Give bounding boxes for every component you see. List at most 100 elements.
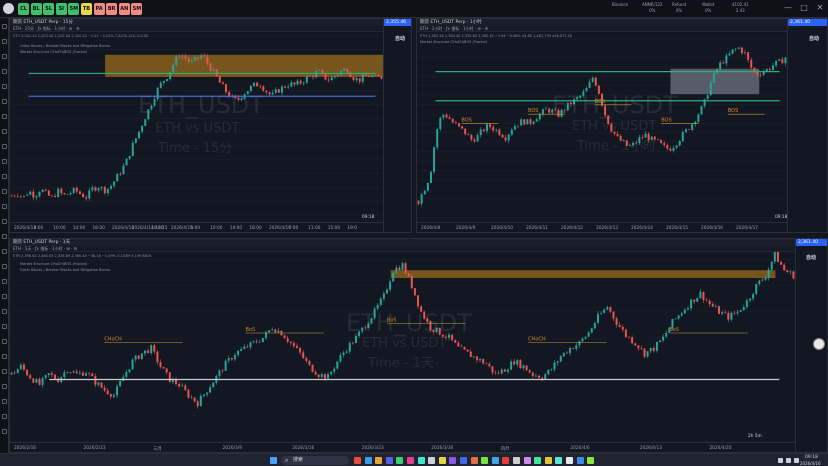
windows-start-icon[interactable] <box>270 457 277 464</box>
drawing-tool-icon[interactable] <box>2 39 7 44</box>
taskbar-app-icon[interactable] <box>523 457 531 464</box>
drawing-tool-icon[interactable] <box>2 69 7 74</box>
autoscale-label[interactable]: 自动 <box>809 35 819 42</box>
avatar[interactable] <box>813 338 825 350</box>
minimize-icon[interactable]: — <box>783 3 793 13</box>
taskbar-app-icon[interactable] <box>513 457 520 464</box>
drawing-tool-icon[interactable] <box>2 129 7 134</box>
taskbar-app-icon[interactable] <box>460 457 467 464</box>
clock-date[interactable]: 2026/4/16 <box>800 461 821 466</box>
drawing-tool-icon[interactable] <box>2 84 7 89</box>
taskbar-app-icon[interactable] <box>555 457 563 464</box>
drawing-tool-icon[interactable] <box>2 339 7 344</box>
drawing-tool-icon[interactable] <box>2 189 7 194</box>
account-item[interactable]: Binance <box>612 2 628 8</box>
taskbar-app-icon[interactable] <box>385 457 393 464</box>
drawing-tool-icon[interactable] <box>2 369 7 374</box>
drawing-tool-icon[interactable] <box>2 159 7 164</box>
toolbar-button-tb[interactable]: TB <box>81 3 92 15</box>
taskbar-app-icon[interactable] <box>407 457 414 464</box>
candle-body <box>103 186 106 194</box>
price-axis[interactable] <box>383 19 411 232</box>
search-placeholder: 搜索 <box>293 457 304 463</box>
price-axis[interactable] <box>787 19 827 232</box>
drawing-tool-icon[interactable] <box>2 204 7 209</box>
taskbar-app-icon[interactable] <box>449 457 457 464</box>
drawing-tool-icon[interactable] <box>2 414 7 419</box>
app-logo-icon[interactable] <box>3 3 14 14</box>
candle-body <box>277 330 280 333</box>
taskbar-app-icon[interactable] <box>576 457 584 464</box>
drawing-tool-icon[interactable] <box>2 399 7 404</box>
clock-time[interactable]: 09:18 <box>805 455 818 460</box>
taskbar-app-icon[interactable] <box>587 457 595 464</box>
drawing-tool-icon[interactable] <box>2 294 7 299</box>
tray-icon[interactable] <box>778 458 783 463</box>
candle-body <box>740 47 743 53</box>
drawing-tool-icon[interactable] <box>2 324 7 329</box>
drawing-tool-icon[interactable] <box>2 429 7 434</box>
tray-icon[interactable] <box>786 458 791 463</box>
toolbar-button-pa[interactable]: PA <box>93 3 105 15</box>
drawing-tool-icon[interactable] <box>2 99 7 104</box>
candle-body <box>451 118 454 123</box>
candle-body <box>621 326 624 330</box>
candle-body <box>305 76 308 83</box>
taskbar-app-icon[interactable] <box>566 457 573 464</box>
taskbar-app-icon[interactable] <box>375 457 383 464</box>
drawing-tool-icon[interactable] <box>2 309 7 314</box>
candle-body <box>618 324 621 327</box>
toolbar-button-si[interactable]: SI <box>55 3 67 15</box>
toolbar-button-br[interactable]: BR <box>106 3 118 15</box>
candle-body <box>327 79 330 81</box>
drawing-tool-icon[interactable] <box>2 249 7 254</box>
drawing-tool-icon[interactable] <box>2 114 7 119</box>
drawing-tool-icon[interactable] <box>2 174 7 179</box>
time-axis[interactable]: 2026/4/8 2026/4/9 2026/4/10 2026/4/11 2026/4… <box>417 222 787 232</box>
candle-body <box>94 376 97 385</box>
drawing-tool-icon[interactable] <box>2 219 7 224</box>
account-item[interactable]: Wallet 0% <box>702 2 714 14</box>
autoscale-label[interactable]: 自动 <box>395 35 405 42</box>
taskbar-app-icon[interactable] <box>470 457 478 464</box>
account-item[interactable]: $102.41 2.43 <box>732 2 749 14</box>
toolbar-button-cl[interactable]: CL <box>18 3 29 15</box>
time-axis[interactable]: 2026/2/16 2026/2/23 三月 2026/3/9 2026/3/16 202… <box>10 442 795 452</box>
account-item[interactable]: Refund 0% <box>672 2 686 14</box>
drawing-tool-icon[interactable] <box>2 54 7 59</box>
order-block-zone[interactable] <box>390 270 776 279</box>
time-axis[interactable]: 2026/4/13 6:00 10:00 14:00 18:00 2026/4/14 202… <box>10 222 383 232</box>
taskbar-app-icon[interactable] <box>354 457 361 464</box>
drawing-tool-icon[interactable] <box>2 354 7 359</box>
drawing-tool-icon[interactable] <box>2 24 7 29</box>
drawing-tool-icon[interactable] <box>2 144 7 149</box>
taskbar-app-icon[interactable] <box>396 457 404 464</box>
taskbar-search[interactable]: ⌕ 搜索 <box>281 456 349 465</box>
taskbar-app-icon[interactable] <box>428 457 436 464</box>
toolbar-button-sm[interactable]: SM <box>131 3 143 15</box>
toolbar-button-5m[interactable]: 5M <box>68 3 80 15</box>
drawing-tool-icon[interactable] <box>2 384 7 389</box>
toolbar-button-an[interactable]: AN <box>118 3 130 15</box>
drawing-tool-icon[interactable] <box>2 279 7 284</box>
taskbar-app-icon[interactable] <box>491 457 499 464</box>
taskbar-app-icon[interactable] <box>544 457 552 464</box>
autoscale-label[interactable]: 自动 <box>806 254 816 261</box>
panel-toolbar[interactable]: ETH · 1小时 · ƒx 指标 · 1小时 · ⊞ · ⚙ <box>417 26 827 32</box>
taskbar-app-icon[interactable] <box>534 457 542 464</box>
candle-body <box>184 385 187 391</box>
candle-body <box>463 346 466 350</box>
close-icon[interactable]: ✕ <box>815 3 825 13</box>
account-item[interactable]: ANNR/122 0% <box>642 2 662 14</box>
taskbar-app-icon[interactable] <box>481 457 489 464</box>
drawing-tool-icon[interactable] <box>2 234 7 239</box>
taskbar-app-icon[interactable] <box>364 457 372 464</box>
tray-icon[interactable] <box>794 458 799 463</box>
toolbar-button-sl[interactable]: SL <box>43 3 55 15</box>
taskbar-app-icon[interactable] <box>438 457 446 464</box>
toolbar-button-bl[interactable]: BL <box>30 3 42 15</box>
taskbar-app-icon[interactable] <box>502 457 510 464</box>
maximize-icon[interactable]: □ <box>799 3 809 13</box>
drawing-tool-icon[interactable] <box>2 264 7 269</box>
taskbar-app-icon[interactable] <box>417 457 425 464</box>
